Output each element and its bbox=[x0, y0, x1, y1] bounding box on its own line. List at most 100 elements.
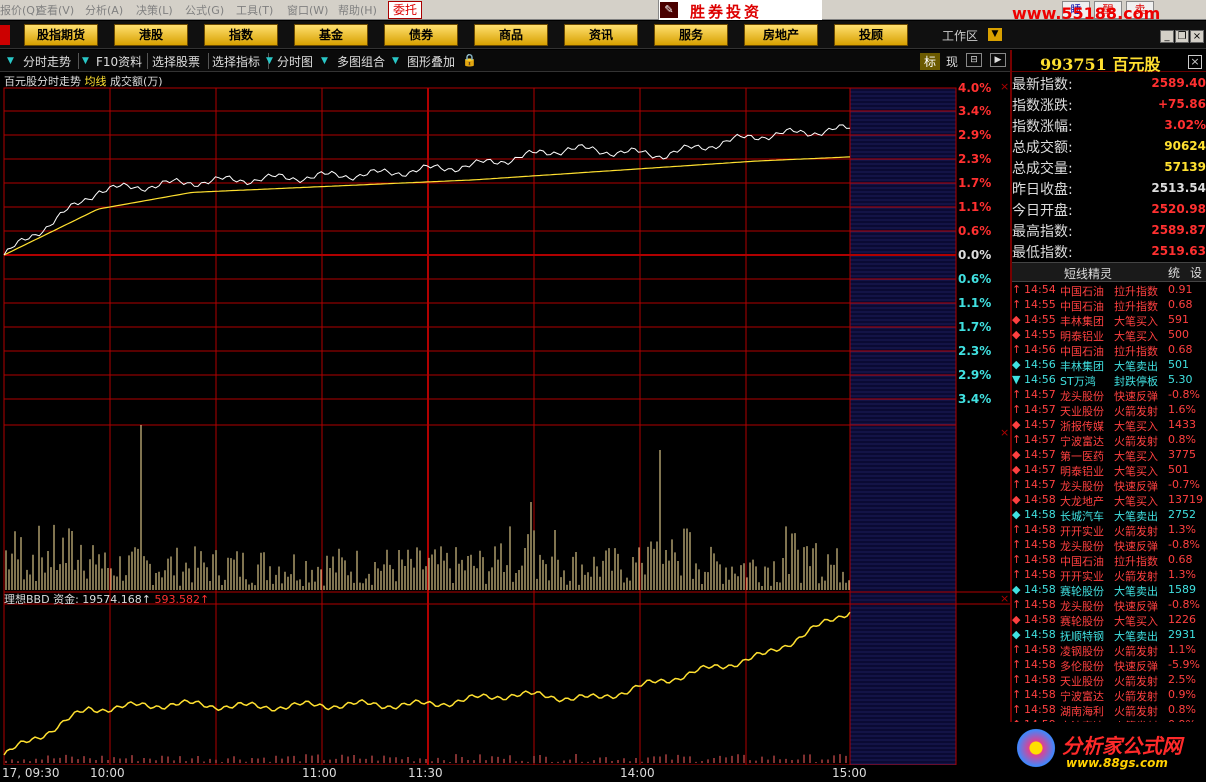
logo-text: 分析家公式网 bbox=[1062, 734, 1182, 758]
list-item[interactable]: ◆ 14:57 第一医药 大笔买入 3775 bbox=[1012, 448, 1204, 463]
pct-label: 2.3% bbox=[958, 344, 991, 358]
short-line-time: 14:57 bbox=[1024, 448, 1056, 461]
logo-url: www.88gs.com bbox=[1066, 756, 1168, 770]
close-icon[interactable]: × bbox=[1188, 55, 1202, 69]
pct-label: 1.1% bbox=[958, 200, 991, 214]
list-item[interactable]: ◆ 14:55 明泰铝业 大笔买入 500 bbox=[1012, 328, 1204, 343]
short-line-event: 封跌停板 bbox=[1114, 375, 1158, 388]
short-line-mark: ↑ bbox=[1012, 433, 1022, 446]
list-item[interactable]: ◆ 14:57 浙报传媒 大笔买入 1433 bbox=[1012, 418, 1204, 433]
short-line-stock: 丰林集团 bbox=[1060, 315, 1104, 328]
tab-stats[interactable]: 统 bbox=[1168, 264, 1180, 281]
short-line-event: 大笔买入 bbox=[1114, 420, 1158, 433]
list-item[interactable]: ↑ 14:58 开开实业 火箭发射 1.3% bbox=[1012, 568, 1204, 583]
quote-row: 今日开盘: 2520.98 bbox=[1012, 200, 1206, 220]
short-line-time: 14:58 bbox=[1024, 703, 1056, 716]
short-line-stock: ST万鸿 bbox=[1060, 375, 1096, 388]
pct-label: 2.9% bbox=[958, 128, 991, 142]
short-line-mark: ↑ bbox=[1012, 673, 1022, 686]
short-line-stock: 龙头股份 bbox=[1060, 480, 1104, 493]
list-item[interactable]: ↑ 14:57 龙头股份 快速反弹 -0.8% bbox=[1012, 388, 1204, 403]
short-line-stock: 湖南海利 bbox=[1060, 705, 1104, 718]
short-line-time: 14:58 bbox=[1024, 643, 1056, 656]
short-line-value: 1589 bbox=[1168, 583, 1196, 596]
short-line-time: 14:58 bbox=[1024, 598, 1056, 611]
list-item[interactable]: ↑ 14:57 龙头股份 快速反弹 -0.7% bbox=[1012, 478, 1204, 493]
short-line-time: 14:58 bbox=[1024, 508, 1056, 521]
restore-icon[interactable]: ❐ bbox=[1175, 30, 1189, 43]
minimize-icon[interactable]: _ bbox=[1160, 30, 1174, 43]
list-item[interactable]: ▼ 14:56 ST万鸿 封跌停板 5.30 bbox=[1012, 373, 1204, 388]
short-line-time: 14:58 bbox=[1024, 568, 1056, 581]
list-item[interactable]: ◆ 14:58 抚顺特钢 大笔卖出 2931 bbox=[1012, 628, 1204, 643]
short-line-value: 501 bbox=[1168, 358, 1189, 371]
close-icon[interactable]: × bbox=[1000, 592, 1009, 605]
list-item[interactable]: ◆ 14:58 赛轮股份 大笔买入 1226 bbox=[1012, 613, 1204, 628]
list-item[interactable]: ↑ 14:58 开开实业 火箭发射 1.3% bbox=[1012, 523, 1204, 538]
list-item[interactable]: ↑ 14:58 凌钢股份 火箭发射 1.1% bbox=[1012, 643, 1204, 658]
short-line-value: 2931 bbox=[1168, 628, 1196, 641]
pct-label: 4.0% bbox=[958, 81, 991, 95]
short-line-stock: 开开实业 bbox=[1060, 570, 1104, 583]
list-item[interactable]: ↑ 14:57 天业股份 火箭发射 1.6% bbox=[1012, 403, 1204, 418]
tab-settings[interactable]: 设 bbox=[1190, 264, 1202, 281]
list-item[interactable]: ↑ 14:58 中国石油 拉升指数 0.68 bbox=[1012, 553, 1204, 568]
list-item[interactable]: ↑ 14:58 多伦股份 快速反弹 -5.9% bbox=[1012, 658, 1204, 673]
short-line-value: 2.5% bbox=[1168, 673, 1196, 686]
close-icon[interactable]: × bbox=[1000, 80, 1009, 93]
list-item[interactable]: ◆ 14:58 长城汽车 大笔卖出 2752 bbox=[1012, 508, 1204, 523]
close-icon[interactable]: × bbox=[1190, 30, 1204, 43]
short-line-stock: 抚顺特钢 bbox=[1060, 630, 1104, 643]
short-line-mark: ↑ bbox=[1012, 658, 1022, 671]
short-line-value: 0.68 bbox=[1168, 298, 1193, 311]
list-item[interactable]: ↑ 14:55 中国石油 拉升指数 0.68 bbox=[1012, 298, 1204, 313]
quote-row: 总成交量: 57139 bbox=[1012, 158, 1206, 178]
short-line-value: 500 bbox=[1168, 328, 1189, 341]
list-item[interactable]: ↑ 14:54 中国石油 拉升指数 0.91 bbox=[1012, 283, 1204, 298]
list-item[interactable]: ↑ 14:58 龙头股份 快速反弹 -0.8% bbox=[1012, 598, 1204, 613]
future-region bbox=[850, 88, 956, 765]
short-line-event: 大笔买入 bbox=[1114, 465, 1158, 478]
short-line-value: -5.9% bbox=[1168, 658, 1200, 671]
short-line-time: 14:55 bbox=[1024, 328, 1056, 341]
short-line-stock: 浙报传媒 bbox=[1060, 420, 1104, 433]
list-item[interactable]: ↑ 14:58 龙头股份 快速反弹 -0.8% bbox=[1012, 538, 1204, 553]
short-line-time: 14:58 bbox=[1024, 553, 1056, 566]
quote-row: 指数涨跌: +75.86 bbox=[1012, 95, 1206, 115]
short-line-mark: ↑ bbox=[1012, 688, 1022, 701]
short-line-stock: 龙头股份 bbox=[1060, 390, 1104, 403]
quote-label: 总成交量: bbox=[1012, 161, 1073, 177]
short-line-time: 14:55 bbox=[1024, 313, 1056, 326]
short-line-value: 3775 bbox=[1168, 448, 1196, 461]
list-item[interactable]: ↑ 14:58 湖南海利 火箭发射 0.8% bbox=[1012, 703, 1204, 718]
list-item[interactable]: ↑ 14:58 天业股份 火箭发射 2.5% bbox=[1012, 673, 1204, 688]
list-item[interactable]: ↑ 14:57 宁波富达 火箭发射 0.8% bbox=[1012, 433, 1204, 448]
short-line-value: 0.8% bbox=[1168, 433, 1196, 446]
list-item[interactable]: ↑ 14:58 宁波富达 火箭发射 0.9% bbox=[1012, 688, 1204, 703]
list-item[interactable]: ◆ 14:57 明泰铝业 大笔买入 501 bbox=[1012, 463, 1204, 478]
short-line-event: 拉升指数 bbox=[1114, 285, 1158, 298]
bbd-value2: 593.582↑ bbox=[154, 593, 210, 606]
short-line-mark: ◆ bbox=[1012, 328, 1021, 341]
bbd-title: 理想BBD 资金: 19574.168↑ 593.582↑ bbox=[4, 591, 209, 607]
quote-label: 昨日收盘: bbox=[1012, 182, 1073, 198]
short-line-mark: ↑ bbox=[1012, 283, 1022, 296]
flower-logo-icon bbox=[1014, 726, 1058, 770]
pct-label: 0.0% bbox=[958, 248, 991, 262]
short-line-time: 14:58 bbox=[1024, 523, 1056, 536]
short-line-event: 大笔买入 bbox=[1114, 615, 1158, 628]
list-item[interactable]: ◆ 14:56 丰林集团 大笔卖出 501 bbox=[1012, 358, 1204, 373]
list-item[interactable]: ◆ 14:58 赛轮股份 大笔卖出 1589 bbox=[1012, 583, 1204, 598]
short-line-time: 14:58 bbox=[1024, 613, 1056, 626]
short-line-mark: ◆ bbox=[1012, 613, 1021, 626]
close-icon[interactable]: × bbox=[1000, 426, 1009, 439]
list-item[interactable]: ◆ 14:55 丰林集团 大笔买入 591 bbox=[1012, 313, 1204, 328]
short-line-stock: 赛轮股份 bbox=[1060, 615, 1104, 628]
short-line-title: 短线精灵 bbox=[1064, 267, 1113, 281]
short-line-value: -0.8% bbox=[1168, 388, 1200, 401]
list-item[interactable]: ◆ 14:58 大龙地产 大笔买入 13719 bbox=[1012, 493, 1204, 508]
short-line-time: 14:57 bbox=[1024, 403, 1056, 416]
short-line-mark: ◆ bbox=[1012, 358, 1021, 371]
short-line-mark: ↑ bbox=[1012, 568, 1022, 581]
list-item[interactable]: ↑ 14:56 中国石油 拉升指数 0.68 bbox=[1012, 343, 1204, 358]
